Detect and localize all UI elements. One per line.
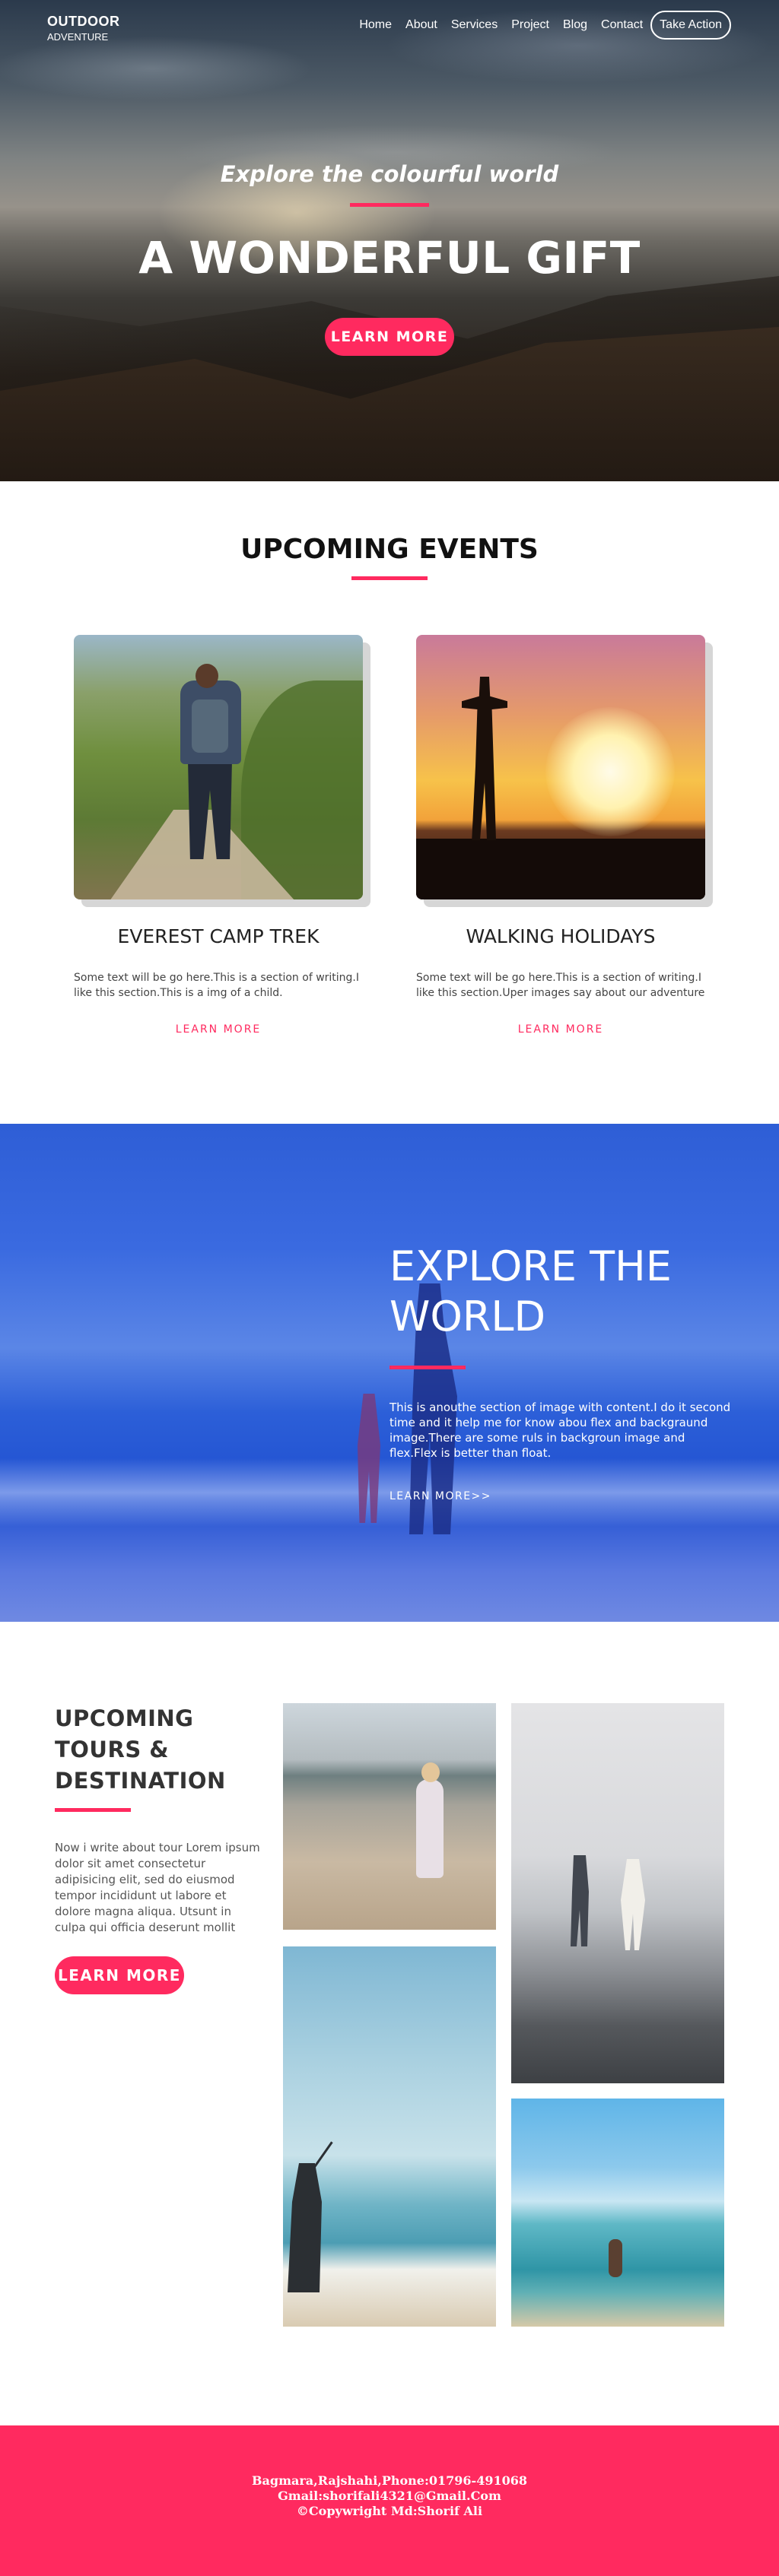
footer-email: Gmail:shorifali4321@Gmail.Com bbox=[278, 2489, 501, 2503]
child-head bbox=[421, 1762, 440, 1782]
tours-title: UPCOMING TOURS & DESTINATION bbox=[55, 1705, 226, 1794]
explore-title: EXPLORE THE WORLD bbox=[390, 1242, 672, 1340]
tours-accent-line bbox=[55, 1808, 131, 1812]
sun-shape bbox=[545, 707, 675, 836]
explore-section: EXPLORE THE WORLD This is anouthe sectio… bbox=[0, 1124, 779, 1622]
event-image-trek[interactable] bbox=[74, 635, 363, 899]
event-learn-more-link[interactable]: LEARN MORE bbox=[416, 1023, 705, 1036]
brand-logo[interactable]: OUTDOOR ADVENTURE bbox=[47, 14, 120, 43]
hero-learn-more-button[interactable]: LEARN MORE bbox=[325, 318, 454, 356]
nav-item-about[interactable]: About bbox=[405, 18, 437, 32]
event-learn-more-link[interactable]: LEARN MORE bbox=[74, 1023, 363, 1036]
events-title: UPCOMING EVENTS bbox=[240, 534, 539, 565]
take-action-button[interactable]: Take Action bbox=[650, 11, 731, 40]
tour-photo-swimmer[interactable] bbox=[511, 2099, 724, 2327]
hero-section: OUTDOOR ADVENTURE Home About Services Pr… bbox=[0, 0, 779, 481]
swimmer-figure bbox=[609, 2239, 622, 2277]
tours-learn-more-button[interactable]: LEARN MORE bbox=[55, 1956, 184, 1994]
event-text: Some text will be go here.This is a sect… bbox=[416, 972, 705, 999]
nav-item-blog[interactable]: Blog bbox=[563, 18, 587, 32]
tour-photo-beach-child[interactable] bbox=[283, 1703, 496, 1930]
explore-learn-more-link[interactable]: LEARN MORE>> bbox=[390, 1490, 491, 1502]
tour-photo-couple[interactable] bbox=[511, 1703, 724, 2083]
hiker-head bbox=[196, 664, 218, 688]
explore-accent-line bbox=[390, 1366, 466, 1369]
event-text: Some text will be go here.This is a sect… bbox=[74, 972, 360, 999]
child-figure bbox=[416, 1779, 444, 1878]
main-nav: Home About Services Project Blog Contact… bbox=[345, 11, 731, 40]
events-accent-line bbox=[351, 576, 428, 580]
nav-item-contact[interactable]: Contact bbox=[601, 18, 643, 32]
footer-copyright: ©Copywright Md:Shorif Ali bbox=[296, 2504, 483, 2518]
woman-figure bbox=[621, 1859, 645, 1950]
event-image-sunset[interactable] bbox=[416, 635, 705, 899]
brand-line2: ADVENTURE bbox=[47, 31, 109, 43]
event-card: EVEREST CAMP TREK Some text will be go h… bbox=[74, 635, 363, 1036]
hero-subtitle: Explore the colourful world bbox=[220, 161, 559, 187]
hero-title: A WONDERFUL GIFT bbox=[138, 232, 641, 284]
person-silhouette bbox=[462, 677, 507, 840]
hiker-backpack bbox=[192, 700, 228, 753]
event-title: EVEREST CAMP TREK bbox=[117, 925, 320, 947]
nav-item-project[interactable]: Project bbox=[511, 18, 549, 32]
hero-accent-line bbox=[350, 203, 429, 207]
fisherman-figure bbox=[288, 2163, 322, 2292]
nav-item-services[interactable]: Services bbox=[451, 18, 498, 32]
event-title: WALKING HOLIDAYS bbox=[466, 925, 656, 947]
event-card: WALKING HOLIDAYS Some text will be go he… bbox=[416, 635, 705, 1036]
tour-photo-fisherman[interactable] bbox=[283, 1946, 496, 2327]
brand-line1: OUTDOOR bbox=[47, 14, 120, 29]
footer-address: Bagmara,Rajshahi,Phone:01796-491068 bbox=[251, 2473, 527, 2488]
tours-text: Now i write about tour Lorem ipsum dolor… bbox=[55, 1841, 260, 1934]
footer: Bagmara,Rajshahi,Phone:01796-491068 Gmai… bbox=[0, 2425, 779, 2576]
man-figure bbox=[571, 1855, 589, 1946]
nav-item-home[interactable]: Home bbox=[359, 18, 392, 32]
explore-text: This is anouthe section of image with co… bbox=[390, 1401, 731, 1460]
pier-shape bbox=[416, 839, 705, 899]
footer-lines: Bagmara,Rajshahi,Phone:01796-491068 Gmai… bbox=[0, 2473, 779, 2519]
